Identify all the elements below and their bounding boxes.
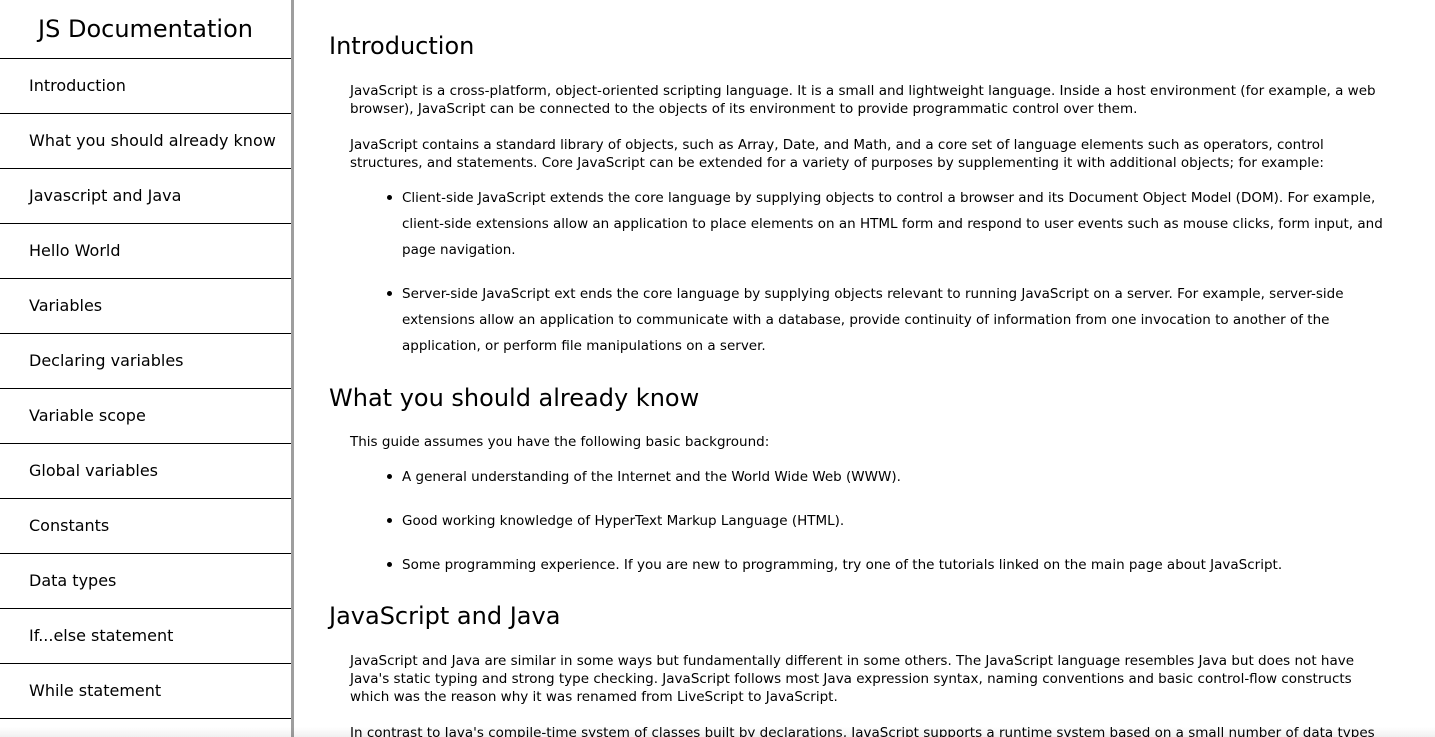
nav-link-introduction[interactable]: Introduction	[0, 59, 291, 114]
list-item-text: Some programming experience. If you are …	[402, 557, 1283, 573]
nav-link-constants[interactable]: Constants	[0, 499, 291, 554]
nav-link-data-types[interactable]: Data types	[0, 554, 291, 609]
section-introduction: Introduction JavaScript is a cross-platf…	[294, 0, 1435, 359]
list-item: Some programming experience. If you are …	[387, 552, 1383, 578]
nav-link-variables[interactable]: Variables	[0, 279, 291, 334]
main-doc: Introduction JavaScript is a cross-platf…	[294, 0, 1435, 737]
list-item: A general understanding of the Internet …	[387, 464, 1383, 490]
list-item: Client-side JavaScript extends the core …	[387, 185, 1383, 263]
list-item: Server-side JavaScript ext ends the core…	[387, 281, 1383, 359]
section-header: What you should already know	[329, 384, 700, 412]
list-item: Good working knowledge of HyperText Mark…	[387, 508, 1383, 534]
nav-link-while-statement[interactable]: While statement	[0, 664, 291, 719]
paragraph: JavaScript contains a standard library o…	[350, 137, 1324, 171]
list-item-text: Server-side JavaScript ext ends the core…	[402, 286, 1344, 354]
paragraph: In contrast to Java's compile-time syste…	[350, 725, 1375, 737]
bullet-list: A general understanding of the Internet …	[294, 464, 1435, 578]
nav-link-javascript-and-java[interactable]: Javascript and Java	[0, 169, 291, 224]
bullet-dot	[387, 474, 392, 479]
nav-title: JS Documentation	[0, 0, 291, 59]
nav-link-hello-world[interactable]: Hello World	[0, 224, 291, 279]
navbar: JS Documentation Introduction What you s…	[0, 0, 294, 737]
paragraph: This guide assumes you have the followin…	[350, 434, 770, 450]
paragraph: JavaScript is a cross-platform, object-o…	[350, 83, 1376, 117]
list-item-text: Good working knowledge of HyperText Mark…	[402, 513, 845, 529]
bullet-dot	[387, 562, 392, 567]
nav-link-variable-scope[interactable]: Variable scope	[0, 389, 291, 444]
section-javascript-and-java: JavaScript and Java JavaScript and Java …	[294, 578, 1435, 737]
list-item-text: Client-side JavaScript extends the core …	[402, 190, 1383, 258]
nav-link-declaring-variables[interactable]: Declaring variables	[0, 334, 291, 389]
section-header: Introduction	[329, 32, 475, 60]
bullet-dot	[387, 291, 392, 296]
list-item-text: A general understanding of the Internet …	[402, 469, 901, 485]
nav-link-if-else-statement[interactable]: If...else statement	[0, 609, 291, 664]
paragraph: JavaScript and Java are similar in some …	[350, 653, 1355, 705]
bullet-list: Client-side JavaScript extends the core …	[294, 185, 1435, 359]
bullet-dot	[387, 518, 392, 523]
bullet-dot	[387, 195, 392, 200]
nav-link-global-variables[interactable]: Global variables	[0, 444, 291, 499]
nav-link-what-you-should-already-know[interactable]: What you should already know	[0, 114, 291, 169]
section-what-you-should-already-know: What you should already know This guide …	[294, 359, 1435, 578]
section-header: JavaScript and Java	[329, 602, 561, 630]
